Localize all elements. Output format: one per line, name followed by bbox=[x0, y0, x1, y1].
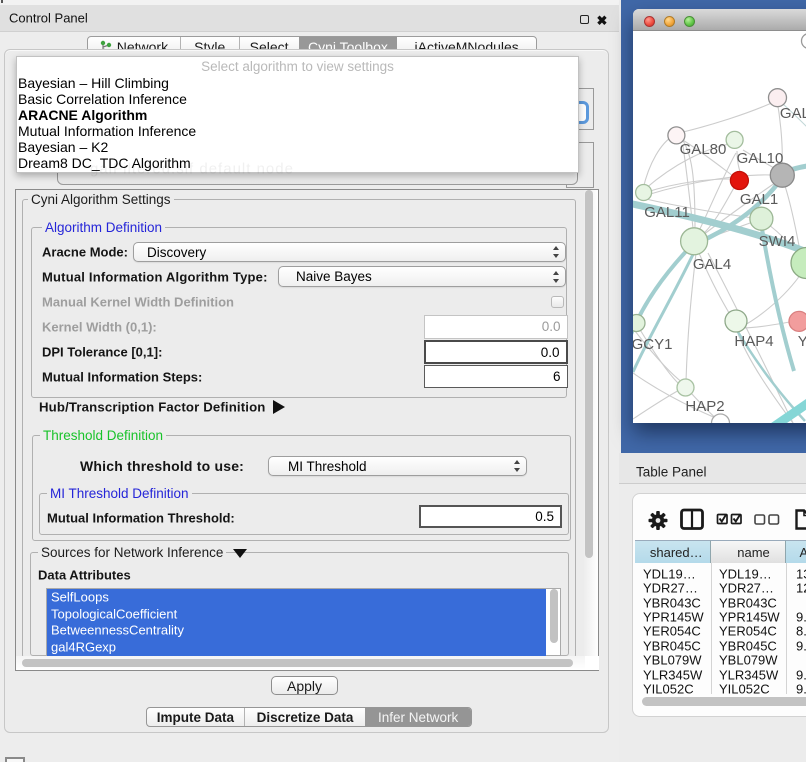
svg-text:SWI4: SWI4 bbox=[759, 233, 796, 250]
svg-text:GAL80: GAL80 bbox=[680, 141, 727, 158]
svg-text:YM: YM bbox=[798, 333, 806, 350]
svg-text:GAL7: GAL7 bbox=[780, 105, 806, 122]
svg-text:GAL10: GAL10 bbox=[737, 150, 784, 167]
svg-text:GAL1: GAL1 bbox=[740, 191, 778, 208]
svg-text:GAL11: GAL11 bbox=[644, 204, 690, 221]
svg-text:HAP4: HAP4 bbox=[734, 333, 773, 350]
svg-text:GCY1: GCY1 bbox=[633, 336, 672, 353]
svg-text:HAP2: HAP2 bbox=[685, 398, 724, 415]
svg-text:GAL4: GAL4 bbox=[693, 256, 731, 273]
